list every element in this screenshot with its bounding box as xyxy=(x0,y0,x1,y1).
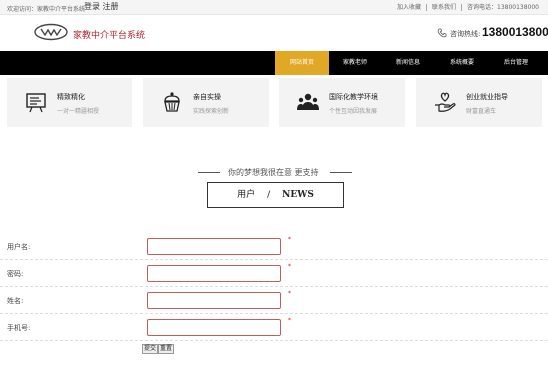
feature-desc: 实践探索创新 xyxy=(193,108,230,115)
username-label: 用户名: xyxy=(7,243,31,251)
cupcake-icon xyxy=(164,92,180,112)
required-mark: * xyxy=(288,290,291,297)
required-mark: * xyxy=(288,263,291,270)
submit-button[interactable]: 提交 xyxy=(142,344,159,354)
slogan-divider-left xyxy=(198,172,220,173)
feature-desc: 一对一精疆相授 xyxy=(57,108,100,115)
feature-title: 亲自实操 xyxy=(193,93,221,101)
form-row-username: 用户名: * xyxy=(0,233,548,260)
top-links: 加入收藏 联系我们 咨询电话：13800138000 xyxy=(392,4,544,11)
section-title-cn: 用户 xyxy=(237,190,256,200)
welcome-text: 欢迎访问：家教中介平台系统 xyxy=(7,6,86,13)
form-row-name: 姓名: * xyxy=(0,287,548,314)
feature-card[interactable]: 创业就业指导 财富直通车 xyxy=(416,78,542,127)
required-mark: * xyxy=(288,317,291,324)
hotline-number: 13800138000 xyxy=(482,25,548,39)
password-label: 密码: xyxy=(7,270,24,278)
logo-icon[interactable] xyxy=(33,22,69,42)
form-row-phone: 手机号: * xyxy=(0,314,548,341)
slogan-text: 你的梦想我很在意 更支持 xyxy=(228,168,319,177)
nav-item-home[interactable]: 网站首页 xyxy=(275,51,329,75)
name-label: 姓名: xyxy=(7,297,24,305)
contact-us-link[interactable]: 联系我们 xyxy=(425,4,461,11)
feature-title: 创业就业指导 xyxy=(466,93,508,101)
feature-title: 精致精化 xyxy=(57,93,85,101)
section-title-box: 用户 / NEWS xyxy=(207,182,344,208)
group-people-icon xyxy=(297,93,319,110)
top-bar: 欢迎访问：家教中介平台系统 登录 注册 加入收藏 联系我们 咨询电话：13800… xyxy=(0,0,548,15)
form-row-password: 密码: * xyxy=(0,260,548,287)
phone-label: 手机号: xyxy=(7,324,31,332)
section-title-en: NEWS xyxy=(282,190,314,200)
slogan-divider-right xyxy=(330,172,352,173)
hand-heart-icon xyxy=(435,92,456,112)
feature-desc: 个性互动因我发展 xyxy=(329,108,378,115)
add-favorite-link[interactable]: 加入收藏 xyxy=(392,4,426,11)
main-nav: 网站首页 家教老师 新闻信息 系统概要 后台管理 xyxy=(0,51,548,75)
reset-button[interactable]: 重置 xyxy=(158,344,175,354)
site-header: 家教中介平台系统 咨询热线: 13800138000 xyxy=(0,15,548,51)
feature-card[interactable]: 国际化教学环境 个性互动因我发展 xyxy=(279,78,405,127)
feature-desc: 财富直通车 xyxy=(466,108,497,115)
consult-phone-text: 咨询电话：13800138000 xyxy=(461,4,544,11)
name-input[interactable] xyxy=(147,292,281,309)
login-register-link[interactable]: 登录 注册 xyxy=(84,1,119,12)
nav-item-admin[interactable]: 后台管理 xyxy=(490,51,542,75)
password-input[interactable] xyxy=(147,265,281,282)
phone-input[interactable] xyxy=(147,319,281,336)
site-name: 家教中介平台系统 xyxy=(73,31,146,41)
presentation-board-icon xyxy=(26,93,46,113)
feature-card[interactable]: 精致精化 一对一精疆相授 xyxy=(7,78,132,127)
nav-item-overview[interactable]: 系统概要 xyxy=(436,51,488,75)
feature-card[interactable]: 亲自实操 实践探索创新 xyxy=(143,78,269,127)
required-mark: * xyxy=(288,236,291,243)
section-title-separator: / xyxy=(267,190,271,200)
nav-item-news[interactable]: 新闻信息 xyxy=(382,51,434,75)
feature-title: 国际化教学环境 xyxy=(329,93,378,101)
username-input[interactable] xyxy=(147,238,281,255)
phone-icon xyxy=(437,28,447,38)
hotline-label: 咨询热线: xyxy=(450,30,481,38)
nav-item-teachers[interactable]: 家教老师 xyxy=(329,51,381,75)
